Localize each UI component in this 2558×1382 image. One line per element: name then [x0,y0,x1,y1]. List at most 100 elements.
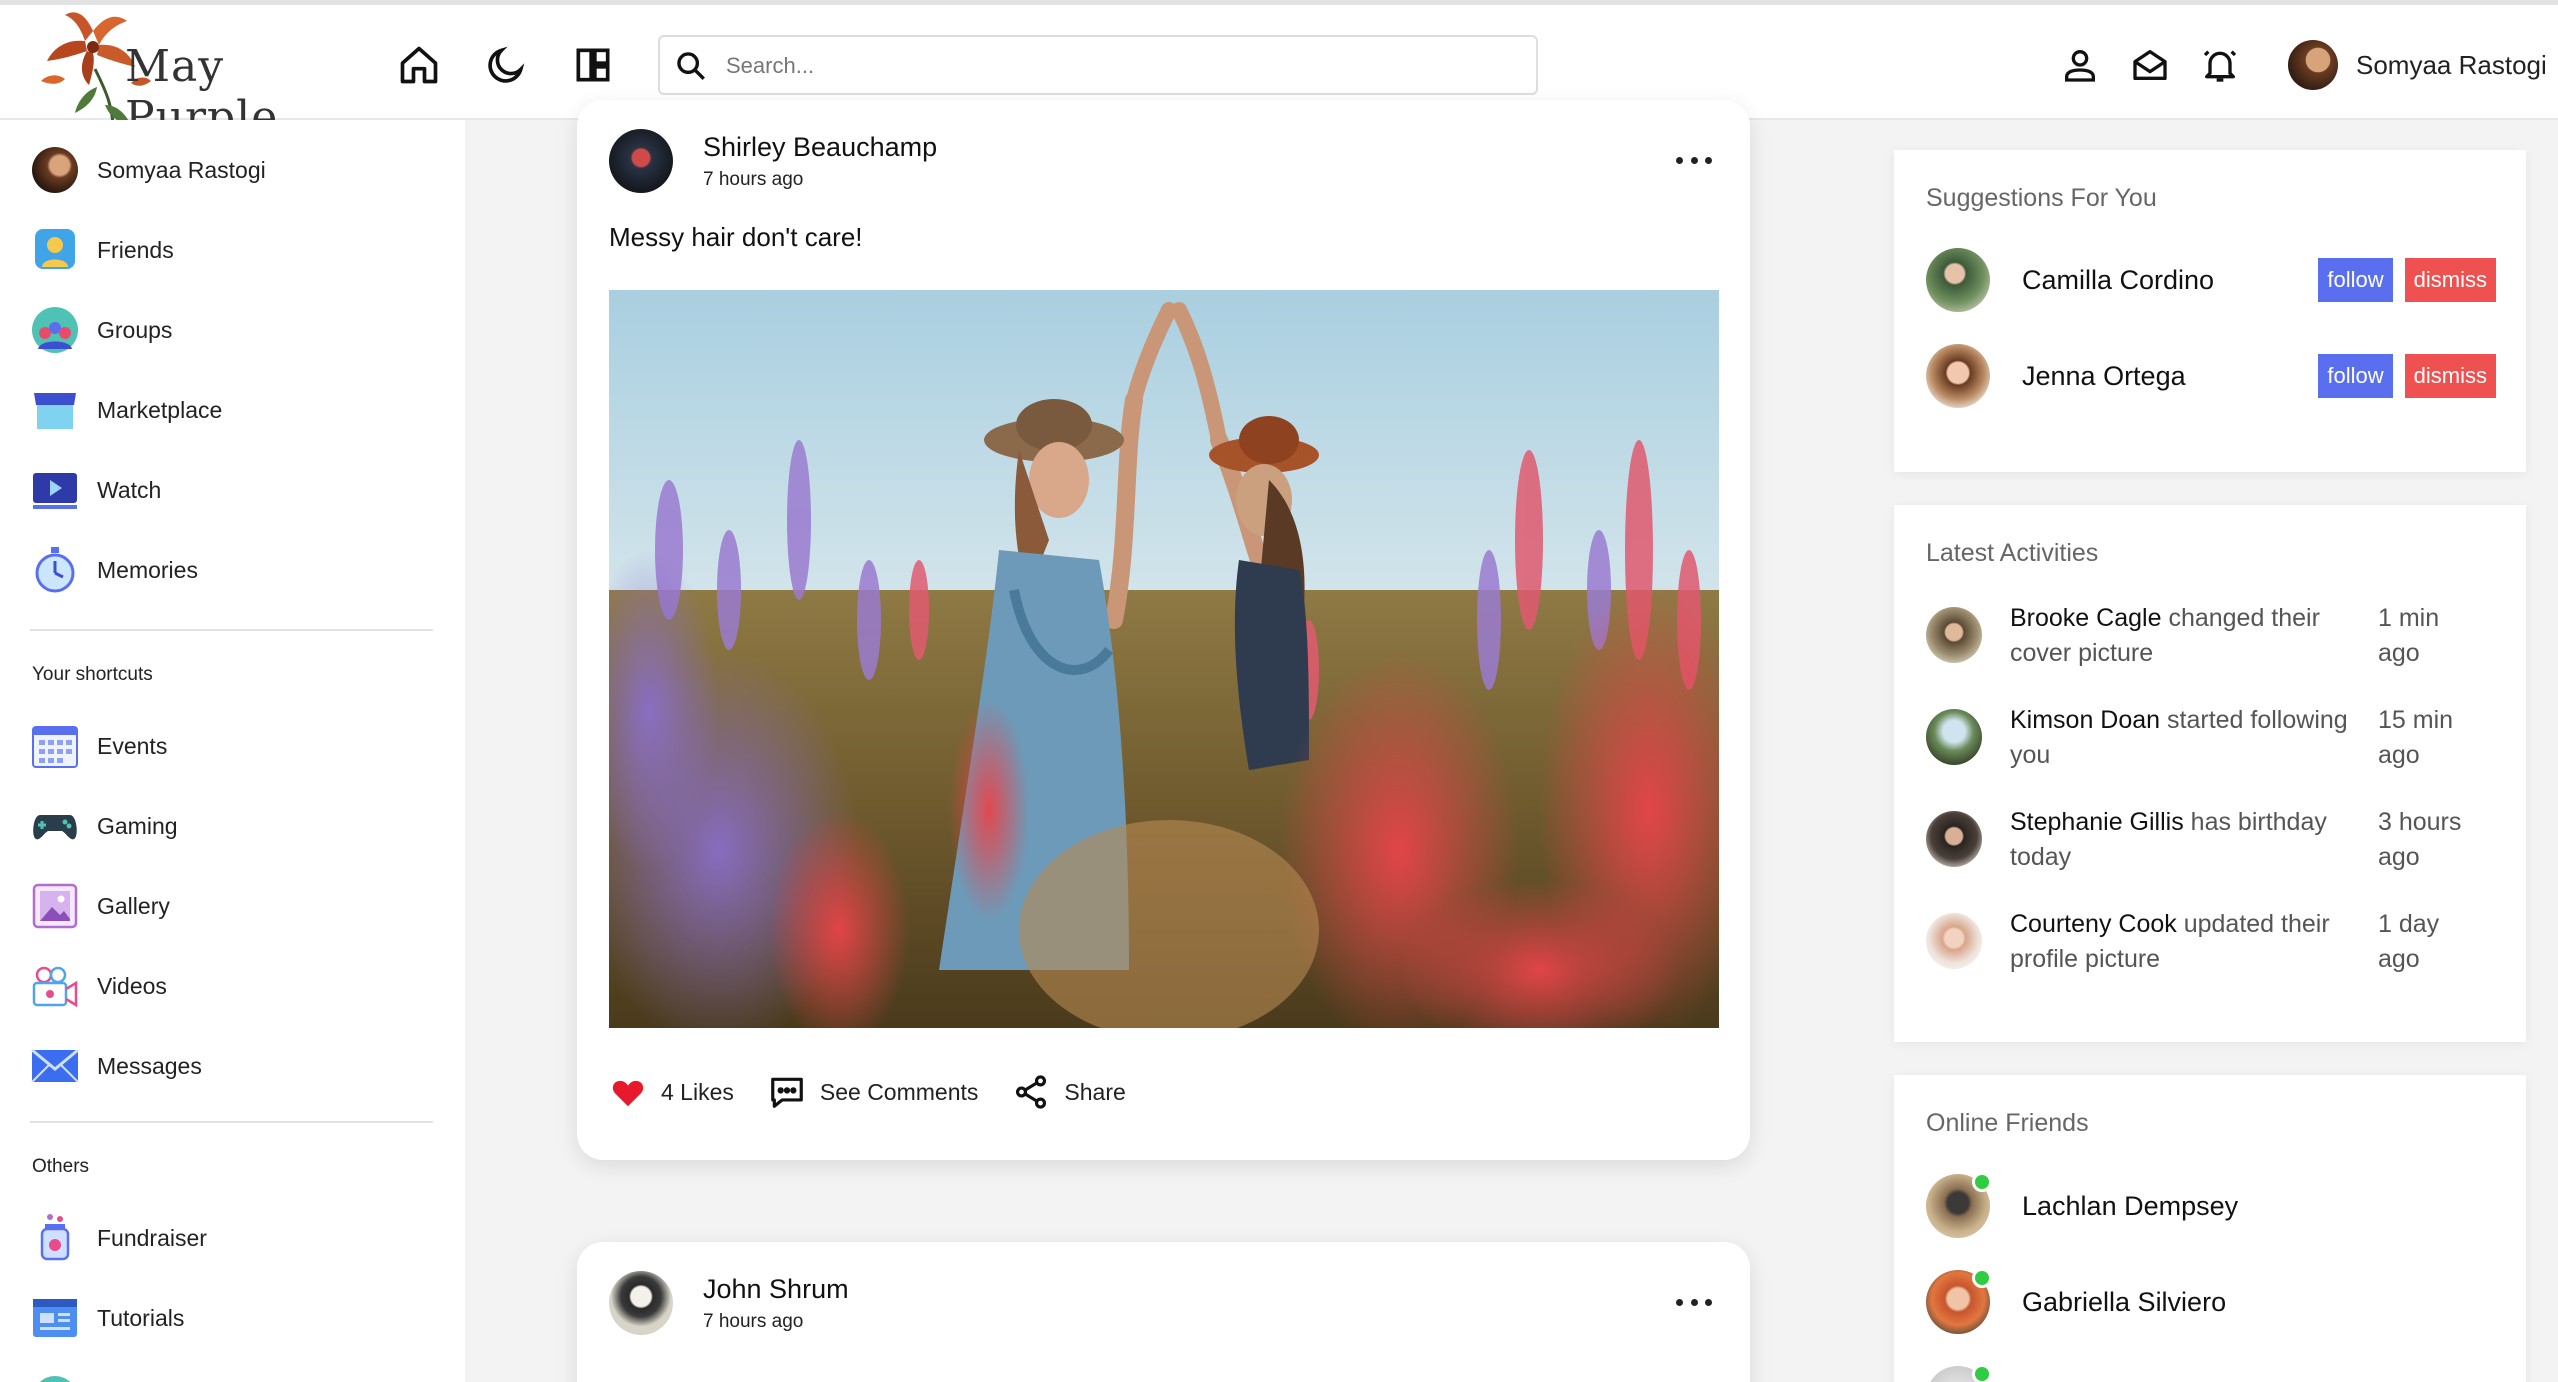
post-more-options-icon[interactable] [1676,148,1712,172]
sidebar-item-friends[interactable]: Friends [30,224,450,276]
activity-user-name[interactable]: Brooke Cagle [2010,604,2161,632]
online-friend-row[interactable] [1926,1364,2486,1382]
left-sidebar: Somyaa Rastogi Friends Groups Marketplac… [0,120,465,1382]
activity-user-name[interactable]: Courteny Cook [2010,910,2177,938]
activity-avatar[interactable] [1926,709,1982,765]
marketplace-icon [30,385,80,435]
sidebar-item-marketplace[interactable]: Marketplace [30,384,450,436]
heart-icon [612,1080,644,1107]
activity-time: 1 min ago [2378,604,2440,667]
sidebar-divider [30,629,433,631]
groups-icon [30,305,80,355]
online-friends-title: Online Friends [1926,1109,2089,1137]
sidebar-item-label: Groups [97,316,173,343]
activity-time: 1 day ago [2378,910,2440,973]
suggestion-name[interactable]: Jenna Ortega [2022,361,2306,392]
gaming-controller-icon [30,801,80,851]
activity-text: Brooke Cagle changed their cover picture [2010,601,2362,671]
suggestion-avatar[interactable] [1926,248,1990,312]
dark-mode-moon-icon[interactable] [484,43,528,87]
activity-user-name[interactable]: Stephanie Gillis [2010,808,2184,836]
friends-icon [30,225,80,275]
shortcuts-heading: Your shortcuts [32,664,153,685]
search-icon [677,52,705,80]
activity-time: 15 min ago [2378,706,2454,769]
post-more-options-icon[interactable] [1676,1290,1712,1314]
follow-button[interactable]: follow [2318,354,2393,398]
sidebar-item-gaming[interactable]: Gaming [30,800,450,852]
post-image[interactable] [609,290,1719,1028]
follow-button[interactable]: follow [2318,258,2393,302]
activity-item: Courteny Cook updated their profile pict… [1926,907,2506,977]
see-comments-button[interactable]: See Comments [768,1073,978,1111]
comment-icon [771,1077,803,1108]
sidebar-item-label: Somyaa Rastogi [97,156,266,183]
share-button[interactable]: Share [1012,1073,1126,1111]
notifications-bell-icon[interactable] [2200,45,2240,85]
latest-activities-card: Latest Activities Brooke Cagle changed t… [1894,505,2526,1042]
online-status-dot [1972,1364,1992,1382]
suggestion-name[interactable]: Camilla Cordino [2022,265,2306,296]
sidebar-item-tutorials[interactable]: Tutorials [30,1292,450,1344]
sidebar-item-groups[interactable]: Groups [30,304,450,356]
friend-name: Gabriella Silviero [2022,1286,2227,1317]
search-bar[interactable] [658,35,1538,95]
sidebar-item-fundraiser[interactable]: Fundraiser [30,1212,450,1264]
online-status-dot [1972,1268,1992,1288]
sidebar-item-label: Messages [97,1052,202,1079]
memories-stopwatch-icon [30,545,80,595]
suggestions-title: Suggestions For You [1926,184,2157,212]
post-header: Shirley Beauchamp 7 hours ago [609,128,937,194]
sidebar-item-label: Events [97,732,168,759]
activity-text: Stephanie Gillis has birthday today [2010,805,2362,875]
sidebar-item-label: Gallery [97,892,170,919]
sidebar-item-gallery[interactable]: Gallery [30,880,450,932]
post-card: Shirley Beauchamp 7 hours ago Messy hair… [577,100,1750,1160]
online-friend-row[interactable]: Lachlan Dempsey [1926,1172,2486,1239]
layout-grid-icon[interactable] [571,43,615,87]
current-user-name: Somyaa Rastogi [2356,49,2547,80]
post-author-name[interactable]: Shirley Beauchamp [703,132,937,163]
author-avatar[interactable] [609,129,673,193]
app-logo[interactable]: May Purple [35,5,375,143]
sidebar-divider [30,1121,433,1123]
sidebar-item-label: Memories [97,556,198,583]
like-button[interactable]: 4 Likes [609,1073,734,1111]
sidebar-item-events[interactable]: Events [30,720,450,772]
events-calendar-icon [30,721,80,771]
home-icon[interactable] [397,43,441,87]
sidebar-item-label: Friends [97,236,174,263]
gallery-image-icon [30,881,80,931]
fundraiser-jar-icon [30,1213,80,1263]
sidebar-item-messages[interactable]: Messages [30,1040,450,1092]
post-text: Messy hair don't care! [609,222,863,252]
post-card: John Shrum 7 hours ago [577,1242,1750,1382]
search-input[interactable] [726,47,1516,85]
dismiss-button[interactable]: dismiss [2404,354,2496,398]
mail-envelope-icon[interactable] [2130,45,2170,85]
sidebar-item-label: Tutorials [97,1304,185,1331]
activity-user-name[interactable]: Kimson Doan [2010,706,2160,734]
profile-person-icon[interactable] [2060,45,2100,85]
activity-text: Kimson Doan started following you [2010,703,2362,773]
sidebar-item-more[interactable] [30,1372,450,1382]
post-header: John Shrum 7 hours ago [609,1270,849,1336]
flower-field-photo [609,290,1719,1028]
sidebar-item-videos[interactable]: Videos [30,960,450,1012]
online-friend-row[interactable]: Gabriella Silviero [1926,1268,2486,1335]
activity-item: Kimson Doan started following you 15 min… [1926,703,2506,773]
dismiss-button[interactable]: dismiss [2404,258,2496,302]
activity-avatar[interactable] [1926,811,1982,867]
suggestion-avatar[interactable] [1926,344,1990,408]
sidebar-item-label: Gaming [97,812,178,839]
sidebar-item-memories[interactable]: Memories [30,544,450,596]
activity-avatar[interactable] [1926,913,1982,969]
author-avatar[interactable] [609,1271,673,1335]
post-actions: 4 Likes See Comments Share [609,1070,1160,1114]
sidebar-item-watch[interactable]: Watch [30,464,450,516]
post-timestamp: 7 hours ago [703,1310,804,1332]
current-user-menu[interactable]: Somyaa Rastogi [2270,39,2547,91]
activity-avatar[interactable] [1926,607,1982,663]
sidebar-item-profile[interactable]: Somyaa Rastogi [30,144,450,196]
post-author-name[interactable]: John Shrum [703,1274,849,1305]
